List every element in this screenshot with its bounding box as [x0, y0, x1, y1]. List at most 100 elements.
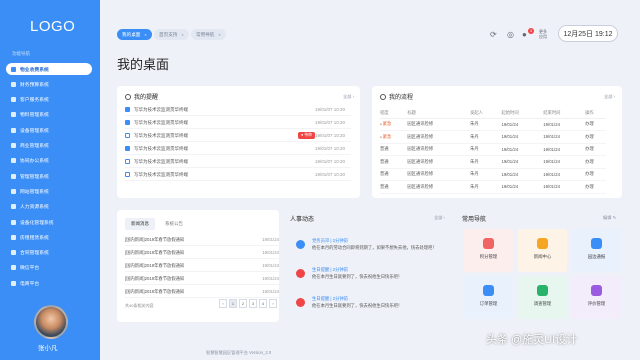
row-action-link[interactable]: 办理: [585, 168, 606, 181]
page-button[interactable]: ›: [269, 299, 277, 308]
table-row[interactable]: 紧急园区通讯检修朱丹19/01/2419/01/24办理: [380, 118, 606, 131]
reminder-item[interactable]: 写华为技术云监测贯华终端 19/01/07 10:20: [125, 156, 351, 168]
news-item[interactable]: [国内新闻]2019年春节放假通知 19/01/24: [125, 234, 279, 246]
quicknav-tile[interactable]: 调查管理: [518, 276, 567, 319]
news-date: 19/01/24: [262, 263, 279, 268]
reminder-item[interactable]: 写华为技术云监测贯华终端 ● 待审 19/01/07 10:20: [125, 130, 351, 142]
tab-my-desktop[interactable]: 我的桌面 ×: [117, 29, 152, 40]
row-action-link[interactable]: 办理: [585, 155, 606, 169]
sidebar-item[interactable]: 物业收费系统: [6, 63, 92, 75]
row-action-link[interactable]: 办理: [585, 180, 606, 194]
sidebar-item[interactable]: 设备管理系统: [6, 124, 92, 136]
checkbox[interactable]: [125, 172, 130, 177]
page-button[interactable]: 1: [229, 299, 237, 308]
bell-icon[interactable]: ●: [522, 30, 527, 39]
sidebar-item[interactable]: 合同管理系统: [6, 247, 92, 259]
reminders-more-link[interactable]: 全部 ›: [343, 94, 354, 100]
app-logo: LOGO: [30, 18, 76, 35]
sidebar-item[interactable]: 商业管理系统: [6, 140, 92, 152]
globe-icon[interactable]: ◎: [507, 30, 514, 39]
activity-item[interactable]: 生日提醒 | 2分钟前 他在本月生日就要到了，快去祝他生日快乐吧！: [296, 267, 450, 289]
news-tabs: 新闻消息 系统公告: [125, 218, 189, 230]
checkbox[interactable]: [125, 120, 130, 125]
tab-common-nav[interactable]: 常用导航 ×: [191, 29, 226, 40]
quicknav-tile[interactable]: 新闻中心: [518, 229, 567, 272]
table-header-cell: 结束时间: [543, 108, 586, 119]
sidebar-item[interactable]: 微信平台: [6, 262, 92, 274]
quicknav-tile[interactable]: 园边通报: [572, 229, 621, 272]
reminder-item[interactable]: 写华为技术云监测贯华终端 19/01/07 10:20: [125, 169, 351, 181]
activity-title: 人事动态: [290, 217, 315, 223]
sidebar-item[interactable]: 电商平台: [6, 277, 92, 289]
news-card: 新闻消息 系统公告 [国内新闻]2019年春节放假通知 19/01/24 [国内新闻…: [117, 210, 279, 322]
sidebar-item[interactable]: 协同办公系统: [6, 155, 92, 167]
table-row[interactable]: 普通 园区通讯检修 朱丹 19/01/24 19/01/24 办理: [380, 180, 606, 194]
row-action-link[interactable]: 办理: [585, 118, 606, 131]
checkbox[interactable]: [125, 159, 130, 164]
sidebar-item-label: 合同管理系统: [20, 251, 49, 257]
activity-item[interactable]: 生日提醒 | 2分钟前 他在本月生日就要到了，快去祝他生日快乐吧！: [296, 296, 450, 318]
clock-icon: [125, 93, 131, 100]
sidebar-item[interactable]: 设备化管理系统: [6, 216, 92, 228]
table-row[interactable]: 普通 园区通讯检修 朱丹 19/01/24 19/01/24 办理: [380, 155, 606, 169]
reminders-card: 我的提醒 全部 › 写华为技术云监测贯华终端 19/01/07 10:20 写华为技…: [117, 86, 360, 198]
sidebar-item-label: 协同办公系统: [20, 159, 49, 165]
activity-card: 人事动态 全部 › 党务员邓 | 2分钟前 他在本月的劳动合同即将到期了，如果不想…: [288, 210, 450, 322]
sidebar-item[interactable]: 财务预算系统: [6, 78, 92, 90]
apps-grid-icon[interactable]: 更多 应用: [539, 29, 549, 39]
sidebar-item[interactable]: 物料管理系统: [6, 109, 92, 121]
sidebar-item[interactable]: 房租租赁系统: [6, 231, 92, 243]
page-button[interactable]: ‹: [219, 299, 227, 308]
tab-announcements[interactable]: 系统公告: [159, 218, 189, 230]
page-button[interactable]: 3: [249, 299, 257, 308]
reminder-item[interactable]: 写华为技术云监测贯华终端 19/01/07 10:20: [125, 143, 351, 155]
status-badge: ● 待审: [298, 132, 315, 139]
close-icon[interactable]: ×: [144, 32, 146, 37]
quicknav-tile[interactable]: 积分管理: [464, 229, 513, 272]
table-row[interactable]: 紧急园区通讯检修朱丹19/01/2419/01/24办理: [380, 130, 606, 144]
row-action-link[interactable]: 办理: [585, 143, 606, 156]
sidebar-item-label: 设备化管理系统: [20, 220, 54, 226]
tab-home-support[interactable]: 首页支持 ×: [154, 29, 189, 40]
reminder-item[interactable]: 写华为技术云监测贯华终端 19/01/07 10:20: [125, 117, 351, 129]
activity-more-link[interactable]: 全部 ›: [434, 215, 445, 221]
sidebar-item[interactable]: 客户服务系统: [6, 94, 92, 106]
tile-label: 订单管理: [479, 301, 498, 306]
reminder-text: 写华为技术云监测贯华终端: [134, 106, 188, 112]
user-avatar[interactable]: [34, 305, 68, 339]
activity-icon: [296, 298, 305, 307]
quicknav-edit-link[interactable]: 编辑 ✎: [603, 215, 616, 221]
table-header-cell: 程度: [380, 108, 408, 119]
news-item[interactable]: [国内新闻]2019年春节放假通知 19/01/24: [125, 273, 279, 285]
news-item[interactable]: [国内新闻]2019年春节放假通知 19/01/24: [125, 260, 279, 272]
sidebar-item[interactable]: 网站管理系统: [6, 185, 92, 197]
table-row[interactable]: 普通 园区通讯检修 朱丹 19/01/24 19/01/24 办理: [380, 168, 606, 181]
row-action-link[interactable]: 办理: [585, 130, 606, 144]
page-button[interactable]: 2: [239, 299, 247, 308]
close-icon[interactable]: ×: [218, 32, 220, 37]
checkbox[interactable]: [125, 146, 130, 151]
reminder-date: 19/01/07 10:20: [314, 146, 345, 151]
quicknav-tile[interactable]: 订单管理: [464, 276, 513, 319]
close-icon[interactable]: ×: [181, 32, 183, 37]
activity-item[interactable]: 党务员邓 | 2分钟前 他在本月的劳动合同即将到期了，如果不想失去他，快去处理吧！: [296, 238, 450, 260]
news-item[interactable]: [国内新闻]2019年春节放假通知 19/01/24: [125, 286, 279, 298]
tab-label: 常用导航: [196, 31, 215, 37]
tile-label: 评价管理: [587, 301, 606, 306]
tile-label: 园边通报: [587, 254, 606, 259]
reminder-item[interactable]: 写华为技术云监测贯华终端 19/01/07 10:20: [125, 104, 351, 116]
sidebar-item[interactable]: 管理管理系统: [6, 170, 92, 182]
tab-news[interactable]: 新闻消息: [125, 218, 155, 230]
activity-text: 他在本月的劳动合同即将到期了，如果不想失去他，快去处理吧！: [312, 245, 437, 250]
sidebar-item[interactable]: 人力资源系统: [6, 201, 92, 213]
table-row[interactable]: 普通 园区通讯检修 朱丹 19/01/24 19/01/24 办理: [380, 143, 606, 156]
refresh-icon[interactable]: ⟳: [490, 30, 497, 39]
checkbox[interactable]: [125, 133, 130, 138]
checkbox[interactable]: [125, 107, 130, 112]
page-button[interactable]: 4: [259, 299, 267, 308]
flow-more-link[interactable]: 全部 ›: [604, 94, 615, 100]
reminder-text: 写华为技术云监测贯华终端: [134, 171, 188, 177]
table-cell: 朱丹: [470, 130, 502, 144]
quicknav-tile[interactable]: 评价管理: [572, 276, 621, 319]
news-item[interactable]: [国内新闻]2019年春节放假通知 19/01/24: [125, 247, 279, 259]
